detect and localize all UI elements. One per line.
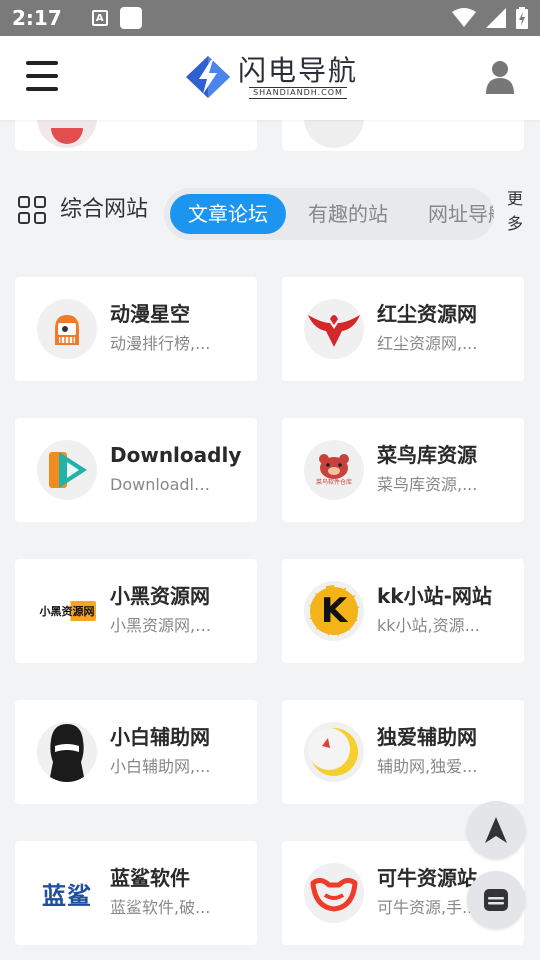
grid-category-icon <box>18 196 46 224</box>
partial-card-right[interactable] <box>282 120 524 151</box>
category-tabs: 文章论坛 有趣的站 网址导航 <box>164 188 494 240</box>
tab-articles-forums[interactable]: 文章论坛 <box>170 194 286 234</box>
battery-icon <box>516 7 528 29</box>
site-card[interactable]: 小白辅助网 小白辅助网,... <box>15 700 257 804</box>
user-profile-icon[interactable] <box>484 60 516 94</box>
partial-red-logo-icon <box>37 120 97 148</box>
hamburger-menu-icon[interactable] <box>26 61 58 91</box>
site-name: 独爱辅助网 <box>377 725 477 749</box>
site-description: 红尘资源网,... <box>377 334 478 353</box>
back-to-top-button[interactable] <box>467 801 525 859</box>
site-name: kk小站-网站 <box>377 584 492 608</box>
site-card[interactable]: K kk小站-网站 kk小站,资源... <box>282 559 524 663</box>
tab-url-navigation[interactable]: 网址导航 <box>428 194 494 234</box>
site-name: 小黑资源网 <box>110 584 210 608</box>
site-logo[interactable]: 闪电导航 SHANDIANDH.COM <box>184 54 358 100</box>
logo-subtitle: SHANDIANDH.COM <box>249 87 347 99</box>
site-description: 动漫排行榜,... <box>110 334 211 353</box>
phoenix-icon <box>304 299 364 359</box>
site-card[interactable]: 红尘资源网 红尘资源网,... <box>282 277 524 381</box>
more-link[interactable]: 更多 <box>505 186 525 236</box>
site-name: 小白辅助网 <box>110 725 210 749</box>
keniu-bowl-icon <box>304 863 364 923</box>
logo-title: 闪电导航 <box>238 54 359 87</box>
site-card[interactable]: 动漫星空 动漫排行榜,... <box>15 277 257 381</box>
bear-logo-caption: 菜鸟软件仓库 <box>316 479 353 486</box>
site-description: Downloadly,... <box>110 475 218 494</box>
masked-person-icon <box>37 722 97 782</box>
site-name: 红尘资源网 <box>377 302 477 326</box>
site-description: 菜鸟库资源,... <box>377 475 478 494</box>
kk-logo-icon: K <box>304 581 364 641</box>
xiaohei-logo-text: 小黑资源网 <box>38 601 96 621</box>
navigation-arrow-icon <box>485 817 507 843</box>
app-notification-icon <box>119 7 142 29</box>
downloadly-play-icon <box>37 440 97 500</box>
tab-interesting-sites[interactable]: 有趣的站 <box>308 194 388 234</box>
site-name: Downloadly <box>110 443 242 467</box>
lansha-logo-text: 蓝鲨 <box>42 881 92 910</box>
wifi-icon <box>452 8 476 27</box>
anime-star-icon <box>37 299 97 359</box>
site-description: 辅助网,独爱... <box>377 757 478 776</box>
partial-grey-logo-icon <box>304 120 364 148</box>
top-app-bar: 闪电导航 SHANDIANDH.COM <box>0 36 540 120</box>
lansha-logo-icon: 蓝鲨 <box>37 863 97 923</box>
lightning-logo-icon <box>186 56 230 98</box>
kk-logo-letter: K <box>320 591 348 631</box>
xiaohei-logo-icon: 小黑资源网 <box>37 581 97 641</box>
chat-icon <box>484 889 508 911</box>
site-card[interactable]: 小黑资源网 小黑资源网 小黑资源网,Q... <box>15 559 257 663</box>
site-card[interactable]: 蓝鲨 蓝鲨软件 蓝鲨软件,破... <box>15 841 257 945</box>
category-title: 综合网站 <box>60 197 149 222</box>
partial-card-left[interactable] <box>15 120 257 151</box>
status-bar: 2:17 A <box>0 0 540 36</box>
site-card[interactable]: Downloadly Downloadly,... <box>15 418 257 522</box>
site-name: 蓝鲨软件 <box>110 866 190 890</box>
site-description: 蓝鲨软件,破... <box>110 898 211 917</box>
signal-icon <box>486 8 506 28</box>
site-card[interactable]: 菜鸟软件仓库 菜鸟库资源 菜鸟库资源,... <box>282 418 524 522</box>
site-name: 动漫星空 <box>110 302 190 326</box>
site-description: 小黑资源网,Q... <box>110 616 218 635</box>
site-card[interactable]: 独爱辅助网 辅助网,独爱... <box>282 700 524 804</box>
bear-icon: 菜鸟软件仓库 <box>304 440 364 500</box>
crescent-icon <box>304 722 364 782</box>
site-description: kk小站,资源... <box>377 616 480 635</box>
a-notification-icon: A <box>91 10 108 26</box>
chat-button[interactable] <box>467 871 525 929</box>
status-time: 2:17 <box>12 6 62 30</box>
site-description: 小白辅助网,... <box>110 757 211 776</box>
site-name: 菜鸟库资源 <box>377 443 477 467</box>
